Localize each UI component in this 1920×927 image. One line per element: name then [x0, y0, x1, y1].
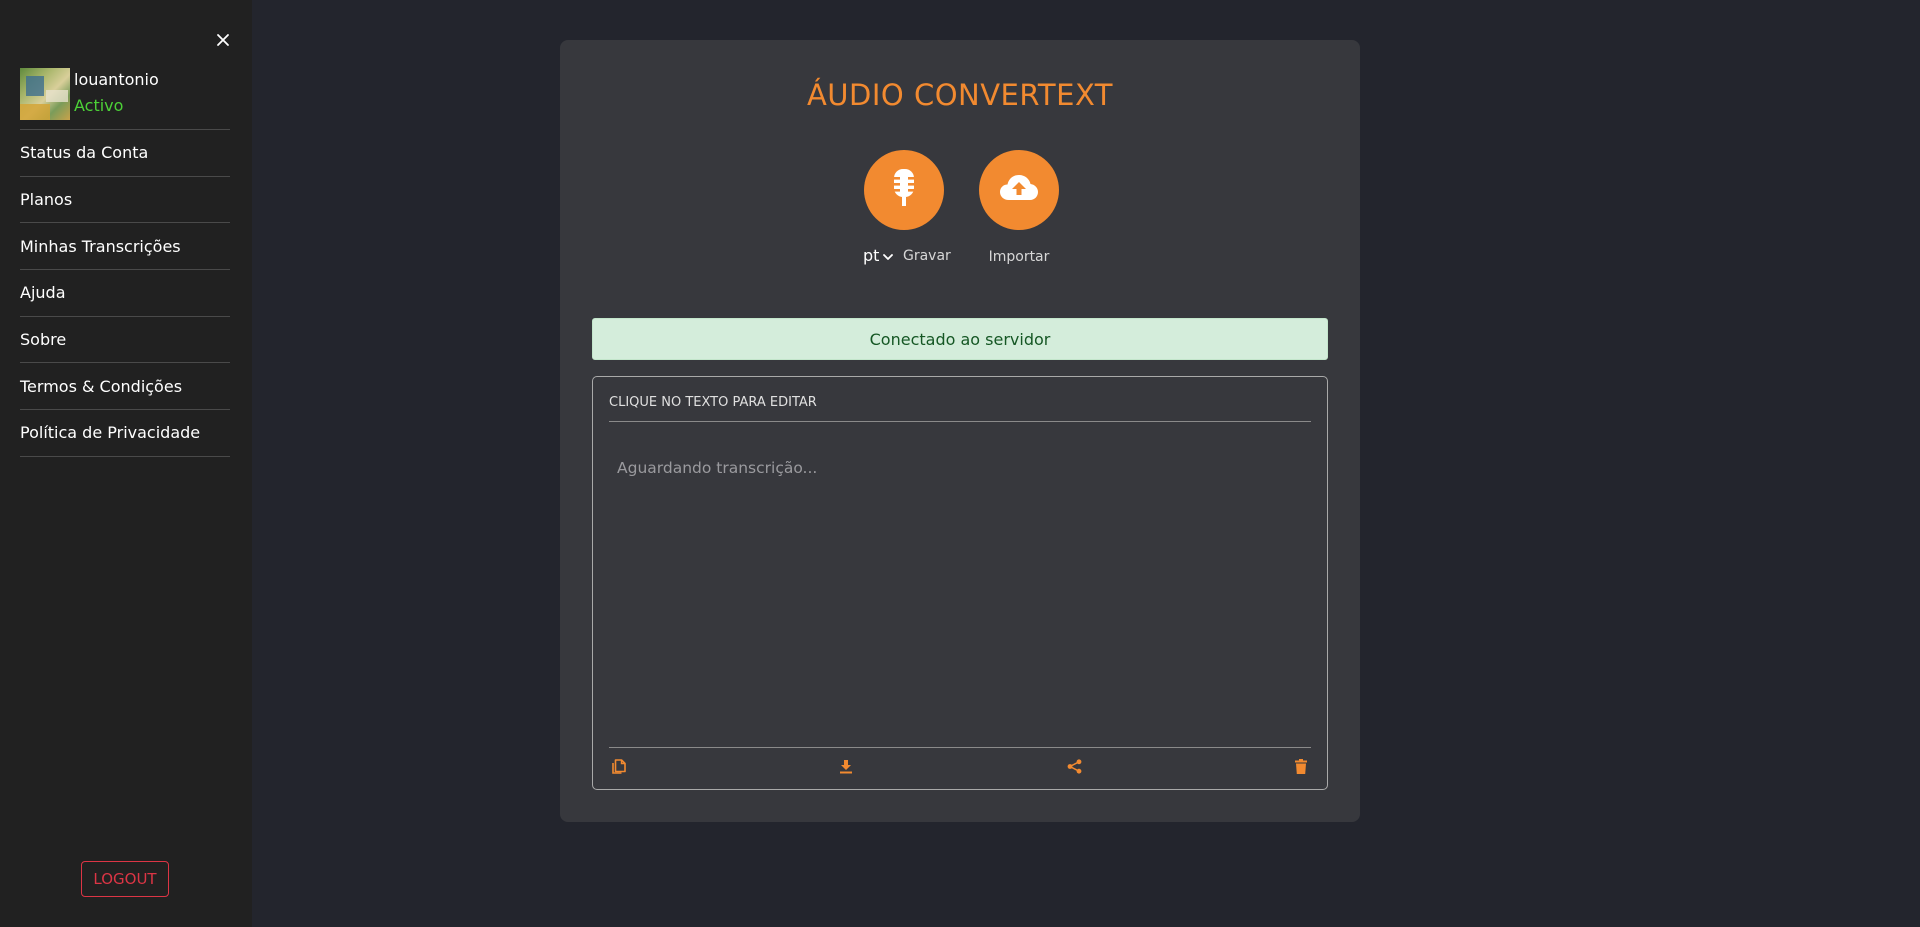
sidebar-menu: Status da Conta Planos Minhas Transcriçõ… — [20, 130, 230, 457]
share-icon — [1067, 758, 1082, 778]
language-select[interactable]: pt — [863, 246, 894, 265]
sidebar-item-ajuda[interactable]: Ajuda — [20, 270, 230, 317]
cloud-upload-icon — [999, 174, 1039, 206]
sidebar: louantonio Activo Status da Conta Planos… — [0, 0, 252, 927]
sidebar-item-label: Termos & Condições — [20, 376, 183, 396]
close-icon — [216, 32, 230, 51]
sidebar-item-privacidade[interactable]: Política de Privacidade — [20, 410, 230, 457]
import-label: Importar — [988, 249, 1050, 265]
connection-status-alert: Conectado ao servidor — [592, 318, 1328, 360]
record-label: Gravar — [903, 248, 951, 264]
avatar — [20, 68, 70, 120]
sidebar-item-minhas-transcricoes[interactable]: Minhas Transcrições — [20, 223, 230, 271]
transcription-text[interactable]: Aguardando transcrição... — [617, 459, 817, 477]
transcription-editor: CLIQUE NO TEXTO PARA EDITAR Aguardando t… — [592, 376, 1328, 790]
sidebar-item-planos[interactable]: Planos — [20, 177, 230, 224]
divider — [609, 747, 1311, 748]
sidebar-item-label: Planos — [20, 190, 73, 210]
microphone-icon — [891, 168, 917, 212]
sidebar-item-label: Minhas Transcrições — [20, 236, 181, 256]
delete-button[interactable] — [1290, 757, 1312, 779]
trash-icon — [1295, 758, 1307, 778]
sidebar-item-label: Sobre — [20, 330, 67, 350]
user-profile: louantonio Activo — [20, 68, 230, 130]
close-sidebar-button[interactable] — [210, 28, 236, 54]
sidebar-item-label: Política de Privacidade — [20, 423, 201, 443]
import-button[interactable] — [979, 150, 1059, 230]
language-value: pt — [863, 246, 880, 265]
share-button[interactable] — [1063, 757, 1085, 779]
username: louantonio — [74, 70, 159, 89]
sidebar-item-label: Status da Conta — [20, 143, 149, 163]
sidebar-item-label: Ajuda — [20, 283, 66, 303]
divider — [609, 421, 1311, 422]
sidebar-item-status-da-conta[interactable]: Status da Conta — [20, 130, 230, 177]
account-status: Activo — [74, 96, 124, 115]
sidebar-item-sobre[interactable]: Sobre — [20, 317, 230, 364]
copy-button[interactable] — [608, 757, 630, 779]
copy-icon — [612, 758, 626, 778]
record-button[interactable] — [864, 150, 944, 230]
chevron-down-icon — [883, 246, 894, 265]
logout-button[interactable]: LOGOUT — [81, 861, 169, 897]
page-title: ÁUDIO CONVERTEXT — [806, 78, 1114, 112]
sidebar-item-termos[interactable]: Termos & Condições — [20, 363, 230, 411]
editor-header: CLIQUE NO TEXTO PARA EDITAR — [609, 395, 817, 410]
download-icon — [839, 759, 853, 778]
download-button[interactable] — [835, 757, 857, 779]
converter-card: ÁUDIO CONVERTEXT pt Gravar Importar Cone… — [560, 40, 1360, 822]
